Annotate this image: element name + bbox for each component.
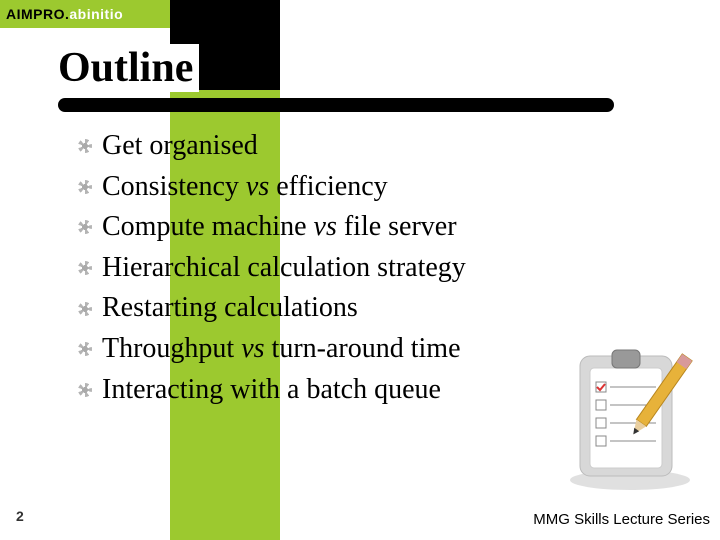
list-item-text: Get organised	[102, 126, 258, 167]
list-item: Hierarchical calculation strategy	[78, 248, 638, 289]
title-rule	[58, 98, 614, 112]
page-number: 2	[16, 508, 24, 524]
list-item-text: Hierarchical calculation strategy	[102, 248, 466, 289]
slide-title: Outline	[58, 44, 199, 92]
list-item-text: Throughput vs turn-around time	[102, 329, 461, 370]
list-item: Interacting with a batch queue	[78, 370, 638, 411]
list-item: Consistency vs efficiency	[78, 167, 638, 208]
brand-bar: AIMPRO.abinitio	[0, 0, 170, 28]
list-item: Restarting calculations	[78, 288, 638, 329]
clipboard-pencil-icon	[560, 342, 700, 492]
list-item: Compute machine vs file server	[78, 207, 638, 248]
brand-text: AIMPRO.abinitio	[6, 6, 123, 22]
bullet-list: Get organised Consistency vs efficiency …	[78, 126, 638, 410]
list-item-text: Restarting calculations	[102, 288, 358, 329]
list-item-text: Compute machine vs file server	[102, 207, 457, 248]
list-item-text: Interacting with a batch queue	[102, 370, 441, 411]
list-item: Get organised	[78, 126, 638, 167]
list-item-text: Consistency vs efficiency	[102, 167, 388, 208]
brand-secondary: abinitio	[69, 6, 123, 22]
footer-series: MMG Skills Lecture Series	[533, 511, 710, 528]
brand-primary: AIMPRO	[6, 6, 65, 22]
list-item: Throughput vs turn-around time	[78, 329, 638, 370]
